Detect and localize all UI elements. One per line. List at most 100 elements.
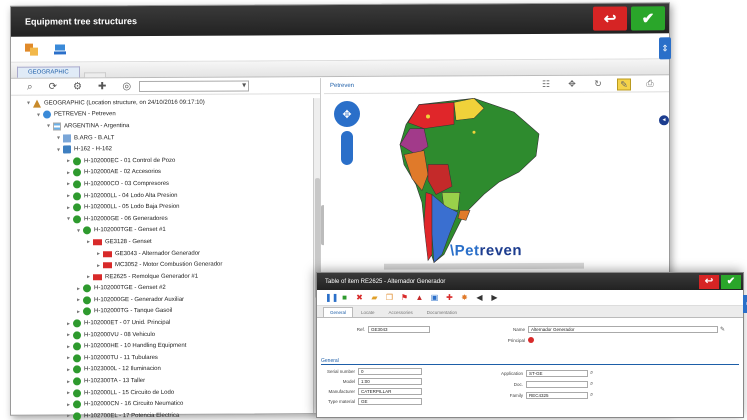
pin-icon[interactable]: ✚ — [98, 81, 106, 92]
tree-node-label: H-102000TU - 11 Tubulares — [84, 354, 158, 362]
dialog-back-button[interactable]: ↩ — [699, 274, 719, 289]
expand-toggle-icon[interactable]: ▸ — [75, 297, 82, 304]
edit-name-icon[interactable]: ✎ — [720, 326, 725, 333]
expand-toggle-icon[interactable]: ▸ — [65, 366, 72, 373]
expand-toggle-icon[interactable]: ▾ — [55, 135, 62, 142]
tab-documentation[interactable]: Documentation — [421, 308, 463, 317]
expand-toggle-icon[interactable]: ▸ — [95, 262, 102, 269]
root-node-icon — [33, 99, 41, 108]
manufacturer-field[interactable]: CATERPILLAR — [358, 388, 422, 395]
tab-accessories[interactable]: Accessories — [383, 308, 419, 317]
expand-toggle-icon[interactable]: ▸ — [65, 204, 72, 211]
expand-toggle-icon[interactable]: ▸ — [65, 169, 72, 176]
rsq-node-icon — [93, 239, 102, 246]
type-label: Type material — [327, 399, 355, 404]
map-navigation: ✥ — [334, 100, 360, 165]
b-node-icon — [63, 133, 71, 143]
code-field[interactable]: GE3043 — [368, 326, 430, 333]
expand-toggle-icon[interactable]: ▸ — [65, 320, 72, 327]
attach-icon[interactable]: ✚ — [445, 293, 454, 302]
side-expand-tab[interactable]: ⇕ — [659, 37, 671, 60]
rotate-icon[interactable]: ↻ — [591, 78, 605, 90]
expand-toggle-icon[interactable]: ▸ — [65, 343, 72, 350]
move-icon[interactable]: ✥ — [565, 78, 579, 90]
tree-node-label: H-102000CN - 16 Circuito Neumatico — [84, 401, 184, 408]
alert-icon[interactable]: ▲ — [415, 293, 424, 302]
expand-toggle-icon[interactable]: ▸ — [85, 274, 92, 281]
tab-geographic[interactable]: GEOGRAPHIC — [17, 66, 80, 78]
search-icon[interactable]: ⌕ — [27, 82, 33, 93]
expand-toggle-icon[interactable]: ▸ — [65, 401, 72, 408]
zoom-slider[interactable] — [341, 130, 353, 165]
tree-toolbar: ⌕ ⟳ ⚙ ✚ ◎ — [11, 78, 320, 96]
confirm-button[interactable]: ✔ — [631, 6, 665, 31]
expand-toggle-icon[interactable]: ▸ — [65, 378, 72, 385]
print-icon[interactable]: ⎙ — [643, 78, 657, 90]
prev-icon[interactable]: ◀ — [475, 293, 484, 302]
tab-general[interactable]: General — [323, 307, 354, 317]
expand-toggle-icon[interactable]: ▾ — [65, 216, 72, 223]
expand-toggle-icon[interactable]: ▾ — [35, 111, 42, 118]
new-icon[interactable]: ■ — [340, 293, 349, 302]
flag-icon[interactable]: ⚑ — [400, 293, 409, 302]
family-lookup-icon[interactable]: ⌕ — [590, 392, 593, 399]
tree-node-label: GE3128 - Genset — [105, 238, 152, 246]
application-lookup-icon[interactable]: ⌕ — [590, 370, 593, 377]
doc-field[interactable] — [526, 381, 588, 388]
expand-toggle-icon[interactable]: ▸ — [65, 158, 72, 165]
delete-icon[interactable]: ✖ — [355, 293, 364, 302]
map-expand-icon[interactable]: ◂ — [659, 115, 669, 126]
expand-toggle-icon[interactable]: ▾ — [55, 146, 62, 153]
principal-indicator[interactable] — [528, 337, 534, 343]
map-hscrollbar[interactable] — [384, 262, 584, 270]
structure-icon[interactable] — [23, 40, 41, 58]
h-node-icon — [63, 145, 71, 154]
map-canvas[interactable]: ✥ \Petreven ◂ — [324, 93, 669, 271]
pause-icon[interactable]: ❚❚ — [325, 293, 338, 302]
equipment-icon[interactable] — [51, 40, 69, 58]
tab-locate[interactable]: Locate — [355, 308, 381, 317]
expand-toggle-icon[interactable]: ▾ — [25, 100, 32, 107]
tree-filter-select[interactable] — [139, 80, 250, 93]
serial-field[interactable]: 0 — [358, 368, 422, 375]
settings-icon[interactable]: ⚙ — [73, 81, 82, 92]
expand-toggle-icon[interactable]: ▾ — [75, 227, 82, 234]
save-icon[interactable]: ▣ — [430, 293, 439, 302]
expand-toggle-icon[interactable]: ▸ — [95, 250, 102, 257]
expand-toggle-icon[interactable]: ▾ — [45, 123, 52, 130]
expand-toggle-icon[interactable]: ▸ — [85, 239, 92, 246]
filter-icon[interactable]: ◎ — [122, 81, 131, 92]
doc-lookup-icon[interactable]: ⌕ — [590, 381, 593, 388]
company-node-icon — [43, 110, 51, 119]
expand-toggle-icon[interactable]: ▸ — [65, 192, 72, 199]
name-field[interactable]: Alternador Generador — [528, 326, 718, 333]
general-section-title: General — [321, 358, 739, 365]
dialog-confirm-button[interactable]: ✔ — [721, 274, 741, 289]
layers-icon[interactable]: ☷ — [539, 78, 553, 90]
expand-toggle-icon[interactable]: ▸ — [65, 355, 72, 362]
code-label: Ref. — [356, 327, 365, 332]
expand-toggle-icon[interactable]: ▸ — [65, 413, 72, 420]
expand-toggle-icon[interactable]: ▸ — [75, 285, 82, 292]
next-icon[interactable]: ▶ — [490, 293, 499, 302]
expand-toggle-icon[interactable]: ▸ — [65, 181, 72, 188]
edit-icon[interactable]: ✎ — [617, 77, 631, 91]
application-field[interactable]: ST-GE — [526, 370, 588, 377]
refresh-icon[interactable]: ⟳ — [49, 81, 57, 92]
rsq-node-icon — [93, 273, 102, 280]
tab-other[interactable] — [83, 72, 106, 78]
tree-node[interactable]: ▸ H-102700EL - 17 Potencia Electrica — [11, 409, 320, 420]
pan-control-icon[interactable]: ✥ — [334, 100, 360, 128]
star-icon[interactable]: ✸ — [460, 293, 469, 302]
expand-toggle-icon[interactable]: ▸ — [65, 390, 72, 397]
expand-toggle-icon[interactable]: ▸ — [65, 332, 72, 339]
family-field[interactable]: REC4325 — [526, 392, 588, 399]
folder-icon[interactable]: ▰ — [370, 293, 379, 302]
model-field[interactable]: 1:00 — [358, 378, 422, 385]
tree-node-label: GE3043 - Alternador Generador — [115, 250, 201, 257]
type-field[interactable]: GE — [358, 398, 422, 405]
copy-icon[interactable]: ❐ — [385, 293, 394, 302]
dialog-side-tab[interactable]: ▸ — [743, 295, 747, 313]
back-button[interactable]: ↩ — [593, 6, 627, 31]
expand-toggle-icon[interactable]: ▸ — [75, 308, 82, 315]
